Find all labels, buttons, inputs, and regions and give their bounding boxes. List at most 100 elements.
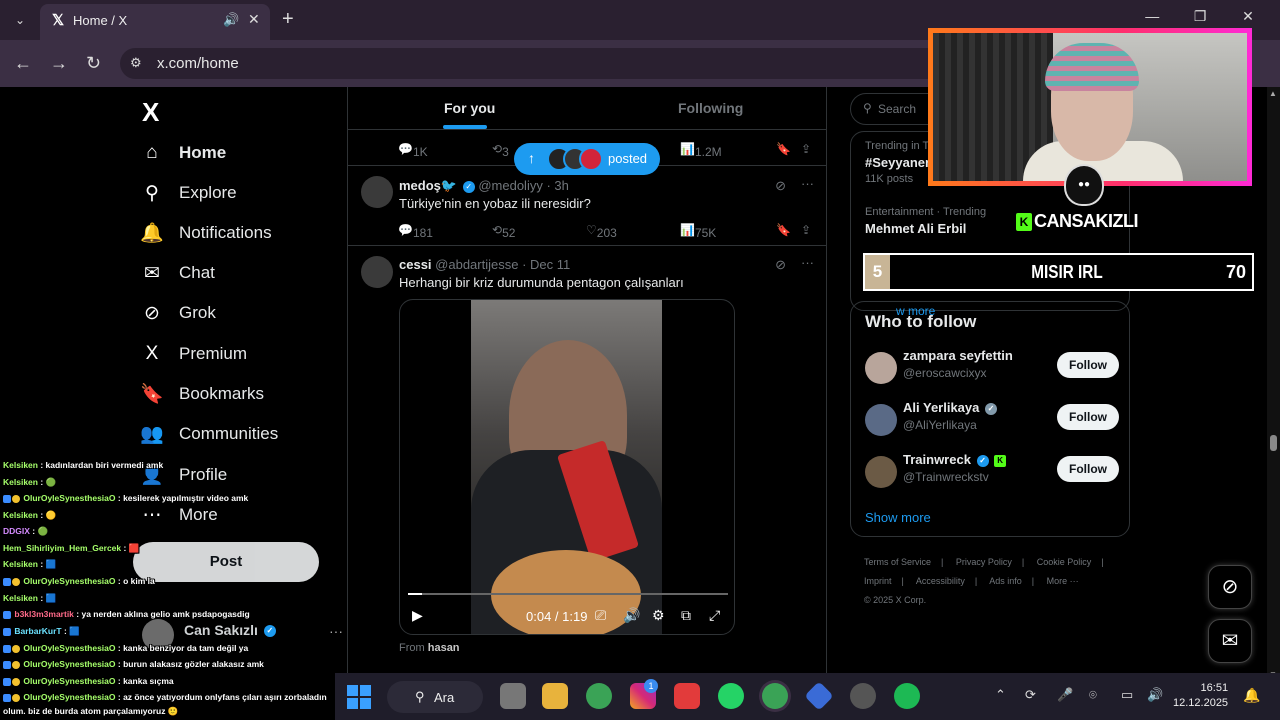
repost-button[interactable]: ⟲ 52 xyxy=(492,223,515,240)
window-close-button[interactable]: ✕ xyxy=(1226,8,1270,25)
views-button[interactable]: 📊 75K xyxy=(680,223,716,240)
privacy-link[interactable]: Privacy Policy xyxy=(956,557,1012,567)
nav-explore[interactable]: ⚲ Explore xyxy=(140,173,237,213)
cookie-link[interactable]: Cookie Policy xyxy=(1037,557,1092,567)
accessibility-link[interactable]: Accessibility xyxy=(916,576,965,586)
follow-button[interactable]: Follow xyxy=(1057,352,1119,378)
nav-grok[interactable]: ⊘ Grok xyxy=(140,293,216,333)
browser-tab[interactable]: 𝕏 Home / X 🔊 ✕ xyxy=(40,4,270,40)
trend-item[interactable]: Entertainment · Trending Mehmet Ali Erbi… xyxy=(865,206,986,236)
taskbar-search[interactable]: ⚲ Ara xyxy=(387,681,483,713)
follow-button[interactable]: Follow xyxy=(1057,456,1119,482)
views-button[interactable]: 📊 1.2M xyxy=(680,142,722,159)
more-footer-link[interactable]: More ··· xyxy=(1047,576,1079,586)
scrollbar-thumb[interactable] xyxy=(1270,435,1277,451)
tweet-header: cessi @abdartijesse · Dec 11 xyxy=(399,257,570,272)
avatar[interactable] xyxy=(361,256,393,288)
follow-button[interactable]: Follow xyxy=(1057,404,1119,430)
notification-bell-icon[interactable]: 🔔 xyxy=(1243,687,1260,704)
repost-button[interactable]: ⟲ 3 xyxy=(492,142,509,159)
tweet-author-handle[interactable]: @abdartijesse · Dec 11 xyxy=(435,257,570,272)
tray-chevron-up-icon[interactable]: ⌃ xyxy=(995,687,1006,703)
windows-start-icon[interactable] xyxy=(347,685,371,709)
show-more-link[interactable]: Show more xyxy=(865,510,931,525)
new-tab-button[interactable]: + xyxy=(282,8,294,30)
settings-gear-icon[interactable]: ⚙ xyxy=(652,607,665,624)
file-explorer-icon[interactable] xyxy=(542,683,568,709)
x-logo-icon[interactable]: X xyxy=(142,97,159,128)
nav-communities[interactable]: 👥 Communities xyxy=(140,414,278,454)
maximize-button[interactable]: ❐ xyxy=(1178,8,1222,25)
video-source[interactable]: From hasan xyxy=(399,642,460,654)
webcam-overlay xyxy=(928,28,1252,186)
site-settings-icon[interactable]: ⚙ xyxy=(130,55,142,71)
bookmark-icon[interactable]: 🔖 xyxy=(776,142,791,156)
network-icon[interactable]: ⌾ xyxy=(1089,687,1097,703)
volume-icon[interactable]: 🔊 xyxy=(623,607,640,624)
like-button[interactable]: ♡ 203 xyxy=(586,223,617,240)
tweet-author-handle[interactable]: @medoliyy · 3h xyxy=(478,178,569,193)
tab-following[interactable]: Following xyxy=(678,100,743,116)
chrome-icon[interactable] xyxy=(586,683,612,709)
nav-notifications[interactable]: 🔔 Notifications xyxy=(140,213,271,253)
tab-close-icon[interactable]: ✕ xyxy=(248,11,260,28)
url-bar[interactable]: ⚙ x.com/home xyxy=(120,48,960,79)
more-dots-icon[interactable]: ··· xyxy=(801,176,814,191)
avatar[interactable] xyxy=(361,176,393,208)
chat-message: olum. biz de burda atom parçalamıyoruz 🙂 xyxy=(3,706,179,716)
share-icon[interactable]: ⇪ xyxy=(801,223,811,237)
ads-info-link[interactable]: Ads info xyxy=(989,576,1022,586)
tweet[interactable]: medoş🐦 ✓ @medoliyy · 3h ⊘ ··· Türkiye'ni… xyxy=(348,166,826,246)
grok-fab-button[interactable]: ⊘ xyxy=(1208,565,1252,609)
video-player[interactable]: ▶ 0:04 / 1:19 ⎚ 🔊 ⚙ ⧉ ⤢ xyxy=(399,299,735,635)
fullscreen-icon[interactable]: ⤢ xyxy=(709,607,720,624)
task-view-icon[interactable] xyxy=(500,683,526,709)
microphone-icon[interactable]: 🎤 xyxy=(1057,687,1073,703)
nav-chat[interactable]: ✉ Chat xyxy=(140,253,215,293)
display-icon[interactable]: ▭ xyxy=(1121,687,1133,703)
forward-arrow-icon[interactable]: → xyxy=(50,53,68,74)
follow-suggestion[interactable]: Trainwreck ✓ K @Trainwreckstv Follow xyxy=(865,452,1119,492)
nav-home[interactable]: ⌂ Home xyxy=(140,133,226,173)
nav-premium[interactable]: X Premium xyxy=(140,334,247,374)
tweet-author-name[interactable]: medoş🐦 xyxy=(399,178,457,193)
video-progress-bar[interactable] xyxy=(408,593,728,595)
back-arrow-icon[interactable]: ← xyxy=(14,53,32,74)
tweet-author-name[interactable]: cessi xyxy=(399,257,432,272)
window-controls: — ❐ ✕ xyxy=(1130,8,1270,25)
chat-message: Kelsiken : 🟡 xyxy=(3,510,57,520)
app-blue-icon[interactable] xyxy=(804,681,834,711)
grok-icon[interactable]: ⊘ xyxy=(775,178,786,194)
spotify-icon[interactable] xyxy=(894,683,920,709)
follow-suggestion[interactable]: Ali Yerlikaya ✓ @AliYerlikaya Follow xyxy=(865,400,1119,440)
minimize-button[interactable]: — xyxy=(1130,8,1174,24)
app-red-icon[interactable] xyxy=(674,683,700,709)
who-to-follow-panel: Who to follow zampara seyfettin @eroscaw… xyxy=(850,301,1130,537)
terms-link[interactable]: Terms of Service xyxy=(864,557,931,567)
play-icon[interactable]: ▶ xyxy=(412,607,423,624)
bookmark-icon[interactable]: 🔖 xyxy=(776,223,791,237)
follow-suggestion[interactable]: zampara seyfettin @eroscawcixyx Follow xyxy=(865,348,1119,388)
share-icon[interactable]: ⇪ xyxy=(801,142,811,156)
scroll-up-icon[interactable]: ▲ xyxy=(1269,89,1277,98)
picture-in-picture-icon[interactable]: ⧉ xyxy=(681,607,691,624)
messages-fab-button[interactable]: ✉ xyxy=(1208,619,1252,663)
reply-button[interactable]: 💬 181 xyxy=(398,223,433,240)
captions-icon[interactable]: ⎚ xyxy=(595,607,606,624)
volume-icon[interactable]: 🔊 xyxy=(1147,687,1163,703)
page-scrollbar[interactable]: ▲ ▼ xyxy=(1267,87,1280,681)
nav-bookmarks[interactable]: 🔖 Bookmarks xyxy=(140,374,264,414)
whatsapp-icon[interactable] xyxy=(718,683,744,709)
tab-audio-icon[interactable]: 🔊 xyxy=(223,12,239,28)
obs-icon[interactable] xyxy=(850,683,876,709)
taskbar-clock[interactable]: 16:51 12.12.2025 xyxy=(1173,681,1228,711)
grok-icon[interactable]: ⊘ xyxy=(775,257,786,273)
reply-button[interactable]: 💬 1K xyxy=(398,142,428,159)
more-dots-icon[interactable]: ··· xyxy=(801,255,814,270)
tray-sync-icon[interactable]: ⟳ xyxy=(1025,687,1036,703)
imprint-link[interactable]: Imprint xyxy=(864,576,892,586)
reload-icon[interactable]: ↻ xyxy=(86,53,101,74)
tab-for-you[interactable]: For you xyxy=(444,100,495,116)
tab-search-chevron-icon[interactable]: ⌄ xyxy=(8,8,32,32)
chrome-active-icon[interactable] xyxy=(762,683,788,709)
